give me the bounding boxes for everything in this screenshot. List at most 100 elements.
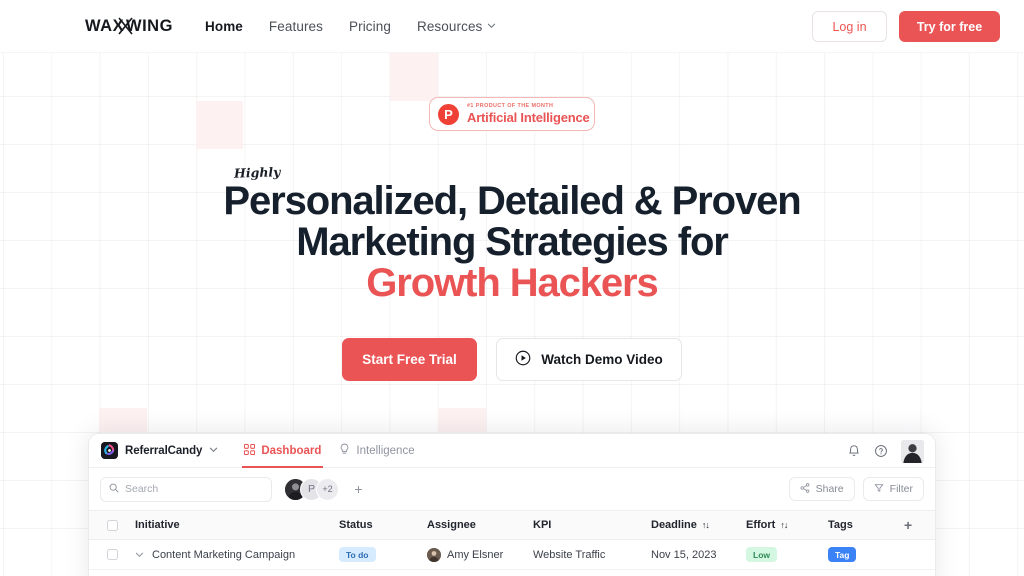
lightbulb-icon [339,443,350,458]
nav-actions: Log in Try for free [812,11,1000,42]
product-hunt-icon: P [438,103,459,125]
column-header-tags[interactable]: Tags [828,519,898,531]
nav-link-pricing[interactable]: Pricing [349,19,391,34]
grid-icon [244,443,256,458]
badge-title: Artificial Intelligence [467,110,590,126]
assignee-avatar [427,547,441,562]
sort-icon[interactable]: ↑↓ [780,520,788,530]
app-header: ReferralCandy Dashboard Intelligence [89,434,935,468]
chevron-down-icon [487,21,496,30]
start-free-trial-button[interactable]: Start Free Trial [342,338,477,381]
notifications-bell-icon[interactable] [847,444,861,458]
select-all-cell [89,519,135,531]
column-header-kpi[interactable]: KPI [533,519,651,531]
tab-dashboard[interactable]: Dashboard [242,434,324,468]
cell-initiative-label: Content Marketing Campaign [152,548,296,561]
nav-link-pricing-label: Pricing [349,19,391,34]
expand-row-chevron-icon[interactable] [135,550,144,559]
cell-effort: Low [746,547,828,562]
hero-cta-row: Start Free Trial Watch Demo Video [0,338,1024,381]
nav-link-home[interactable]: Home [205,19,243,34]
sort-icon[interactable]: ↑↓ [702,520,710,530]
column-header-effort-label: Effort [746,519,776,531]
search-input[interactable] [125,483,255,495]
page-root: WAX WING Home Features Pricing Resources [0,0,1024,576]
watch-demo-video-button[interactable]: Watch Demo Video [496,338,682,381]
column-header-status[interactable]: Status [339,519,427,531]
initiatives-table: Initiative Status Assignee KPI Deadline … [89,510,935,570]
tab-intelligence-label: Intelligence [356,444,415,457]
watch-demo-video-label: Watch Demo Video [541,352,663,367]
nav-link-features-label: Features [268,19,323,34]
row-checkbox[interactable] [106,549,118,560]
column-header-initiative[interactable]: Initiative [135,519,339,531]
headline-accent: Growth Hackers [366,261,658,305]
effort-badge[interactable]: Low [746,547,777,562]
nav-link-home-label: Home [205,19,243,34]
tab-dashboard-label: Dashboard [261,444,322,457]
search-box[interactable] [100,476,272,502]
grid-accent-cell [196,101,243,149]
cell-tags: Tag [828,547,898,562]
avatar-overflow-count[interactable]: +2 [316,477,339,501]
user-avatar[interactable] [901,439,924,463]
share-label: Share [815,483,844,495]
cell-initiative: Content Marketing Campaign [135,549,339,561]
grid-accent-cell [99,408,147,432]
cell-assignee: Amy Elsner [427,547,533,562]
top-navbar: WAX WING Home Features Pricing Resources [0,0,1024,53]
column-header-effort[interactable]: Effort ↑↓ [746,519,828,531]
share-button[interactable]: Share [788,477,855,501]
try-for-free-button[interactable]: Try for free [899,11,1000,42]
svg-text:WING: WING [126,17,173,35]
page-title: Personalized, Detailed & Proven Marketin… [0,181,1024,304]
nav-link-resources-label: Resources [416,19,483,34]
table-header-row: Initiative Status Assignee KPI Deadline … [89,510,935,540]
cell-kpi: Website Traffic [533,548,606,561]
nav-link-features[interactable]: Features [269,19,323,34]
tag-badge[interactable]: Tag [828,547,857,562]
badge-text: #1 PRODUCT OF THE MONTH Artificial Intel… [467,102,590,126]
referralcandy-logo-icon [101,442,118,459]
app-header-actions [847,434,924,468]
select-all-checkbox[interactable] [106,519,118,531]
cell-assignee-label: Amy Elsner [447,548,504,561]
app-tabs: Dashboard Intelligence [242,434,415,468]
help-icon[interactable] [874,444,888,458]
svg-text:WAX: WAX [85,17,124,35]
filter-label: Filter [889,483,913,495]
waxwing-logo[interactable]: WAX WING [85,15,177,37]
toolbar-right-actions: Share Filter [788,477,924,501]
add-collaborator-button[interactable]: + [351,481,366,497]
cell-status: To do [339,547,427,562]
chevron-down-icon[interactable] [209,445,218,454]
workspace-name: ReferralCandy [125,444,203,457]
column-header-deadline-label: Deadline [651,519,697,531]
nav-link-resources[interactable]: Resources [417,19,496,34]
share-icon [800,482,810,496]
collaborator-avatars: P +2 [284,477,339,501]
filter-button[interactable]: Filter [862,477,924,501]
grid-accent-cell [390,53,438,101]
nav-links: Home Features Pricing Resources [205,0,496,53]
app-toolbar: P +2 + Share [89,468,935,510]
headline-line-1: Personalized, Detailed & Proven [223,179,801,223]
column-header-deadline[interactable]: Deadline ↑↓ [651,519,746,531]
column-header-assignee[interactable]: Assignee [427,519,533,531]
login-button[interactable]: Log in [812,11,887,42]
filter-icon [874,483,884,496]
add-column-button[interactable]: + [898,517,935,533]
product-of-month-badge[interactable]: P #1 PRODUCT OF THE MONTH Artificial Int… [429,97,595,131]
badge-kicker: #1 PRODUCT OF THE MONTH [467,102,554,109]
search-icon [109,480,119,498]
play-circle-icon [515,350,531,369]
tab-intelligence[interactable]: Intelligence [339,434,415,468]
status-badge[interactable]: To do [339,547,376,562]
table-row[interactable]: Content Marketing Campaign To do Amy Els… [89,540,935,570]
workspace-switcher[interactable]: ReferralCandy [101,442,218,459]
cell-deadline: Nov 15, 2023 [651,548,717,561]
app-preview-card: ReferralCandy Dashboard Intelligence Sea… [88,433,936,576]
row-select-cell [89,549,135,560]
headline-line-2: Marketing Strategies for [296,220,729,264]
grid-accent-cell [438,408,486,432]
